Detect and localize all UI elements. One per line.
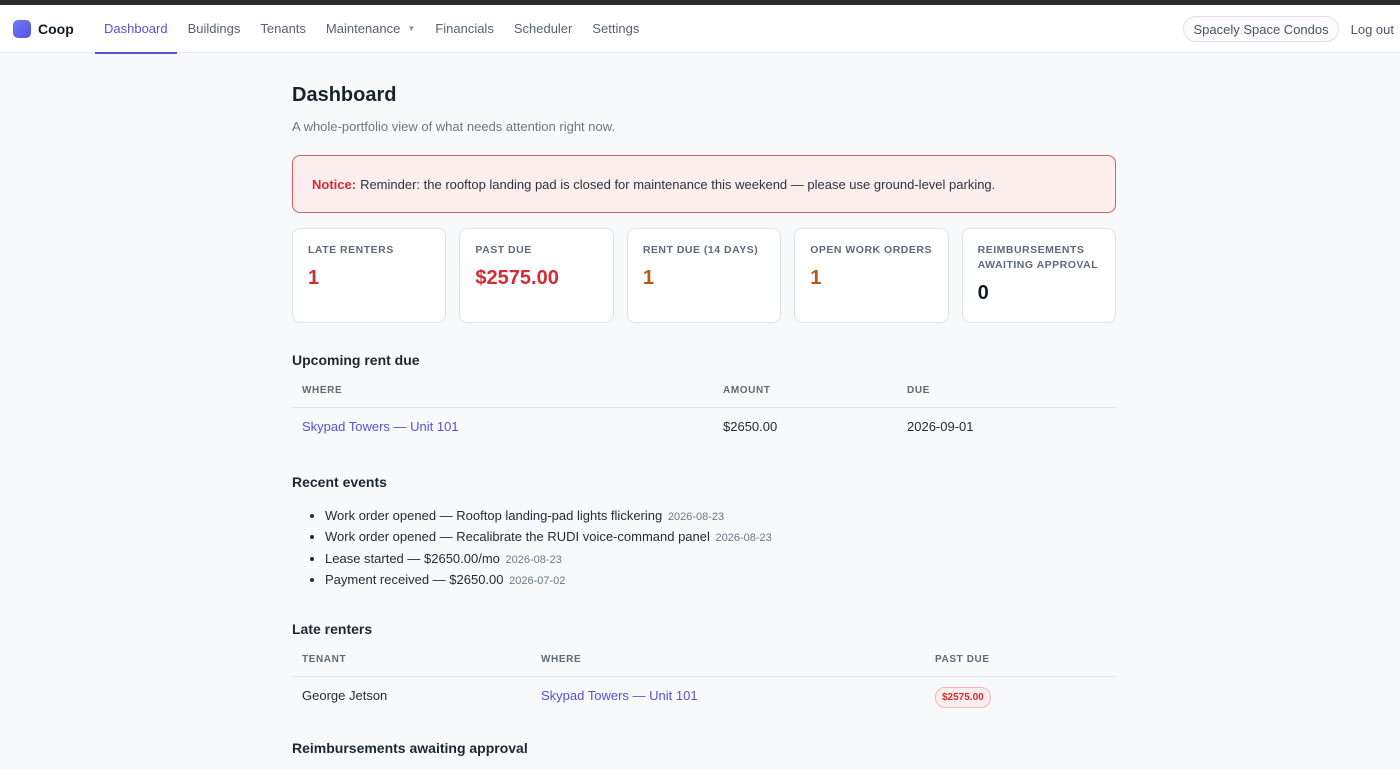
notice-label: Notice: — [312, 176, 357, 192]
column-header-where: WHERE — [292, 385, 713, 408]
cell-tenant: George Jetson — [302, 687, 388, 703]
unit-link[interactable]: Skypad Towers — Unit 101 — [302, 419, 459, 434]
event-text: Lease started — $2650.00/mo — [325, 550, 500, 566]
brand[interactable]: Coop — [13, 19, 95, 38]
nav-link-settings[interactable]: Settings — [583, 5, 648, 53]
recent-events-list: Work order opened — Rooftop landing-pad … — [292, 506, 1116, 592]
table-row: George Jetson Skypad Towers — Unit 101 $… — [292, 676, 1116, 712]
cell-due: 2026-09-01 — [907, 419, 974, 434]
nav-link-buildings[interactable]: Buildings — [179, 5, 250, 53]
column-header-amount: AMOUNT — [713, 385, 897, 408]
late-renters-table: TENANT WHERE PAST DUE George Jetson Skyp… — [292, 653, 1116, 713]
top-navbar: Coop Dashboard Buildings Tenants Mainten… — [0, 5, 1400, 54]
stat-card-reimbursements: REIMBURSEMENTS AWAITING APPROVAL 0 — [961, 228, 1117, 323]
stats-row: LATE RENTERS 1 PAST DUE $2575.00 RENT DU… — [292, 228, 1117, 323]
reimbursements-heading: Reimbursements awaiting approval — [292, 740, 528, 756]
cell-where: Skypad Towers — Unit 101 — [292, 408, 713, 444]
main-content: Dashboard A whole-portfolio view of what… — [292, 53, 1117, 756]
nav-right: Spacely Space Condos Log out — [1183, 5, 1394, 53]
stat-value: 0 — [977, 282, 989, 304]
page-subtitle: A whole-portfolio view of what needs att… — [292, 119, 616, 134]
unit-link[interactable]: Skypad Towers — Unit 101 — [541, 688, 698, 703]
column-header-past-due: PAST DUE — [925, 653, 1116, 677]
cell-amount: $2650.00 — [723, 419, 778, 434]
nav-link-label: Buildings — [187, 21, 241, 36]
nav-link-label: Scheduler — [513, 21, 573, 36]
nav-links: Dashboard Buildings Tenants Maintenance … — [95, 5, 650, 54]
nav-link-label: Financials — [435, 21, 494, 36]
column-header-tenant: TENANT — [292, 653, 531, 677]
stat-card-late-renters: LATE RENTERS 1 — [292, 228, 447, 323]
list-item: Payment received — $2650.00 2026-07-02 — [325, 570, 1116, 592]
table-row: Skypad Towers — Unit 101 $2650.00 2026-0… — [292, 408, 1116, 444]
stat-card-rent-due: RENT DUE (14 DAYS) 1 — [626, 228, 782, 323]
column-header-where: WHERE — [531, 653, 925, 677]
stat-value: $2575.00 — [475, 267, 559, 289]
stat-label: LATE RENTERS — [308, 244, 394, 256]
org-switcher-button[interactable]: Spacely Space Condos — [1183, 16, 1339, 42]
upcoming-rent-heading: Upcoming rent due — [292, 352, 420, 368]
cell-past-due: $2575.00 — [925, 676, 1116, 712]
event-date: 2026-08-23 — [715, 532, 772, 544]
nav-link-tenants[interactable]: Tenants — [251, 5, 315, 53]
table-header-row: TENANT WHERE PAST DUE — [292, 653, 1116, 677]
nav-link-label: Maintenance — [325, 21, 401, 36]
event-text: Work order opened — Rooftop landing-pad … — [325, 507, 663, 523]
nav-link-label: Dashboard — [104, 21, 168, 36]
upcoming-rent-table: WHERE AMOUNT DUE Skypad Towers — Unit 10… — [292, 385, 1116, 444]
event-date: 2026-08-23 — [667, 510, 725, 523]
nav-link-scheduler[interactable]: Scheduler — [505, 5, 582, 53]
past-due-badge: $2575.00 — [935, 686, 991, 708]
event-text: Work order opened — Recalibrate the RUDI… — [325, 529, 710, 544]
stat-value: 1 — [308, 267, 320, 289]
stat-card-past-due: PAST DUE $2575.00 — [459, 228, 614, 323]
late-renters-heading: Late renters — [292, 620, 373, 637]
list-item: Work order opened — Rooftop landing-pad … — [325, 506, 1116, 528]
nav-link-label: Settings — [592, 21, 640, 36]
notice-banner: Notice: Reminder: the rooftop landing pa… — [292, 155, 1116, 213]
stat-value: 1 — [642, 267, 654, 289]
stat-label: REIMBURSEMENTS AWAITING APPROVAL — [977, 244, 1099, 271]
nav-link-maintenance[interactable]: Maintenance ▼ — [317, 5, 424, 53]
page-title: Dashboard — [292, 84, 397, 106]
brand-name: Coop — [38, 20, 74, 37]
logout-link[interactable]: Log out — [1351, 22, 1394, 37]
list-item: Work order opened — Recalibrate the RUDI… — [325, 527, 1116, 549]
stat-label: OPEN WORK ORDERS — [810, 244, 932, 256]
stat-card-open-work-orders: OPEN WORK ORDERS 1 — [794, 228, 949, 323]
chevron-down-icon: ▼ — [407, 24, 416, 33]
column-header-due: DUE — [897, 385, 1116, 408]
stat-label: PAST DUE — [475, 244, 532, 256]
event-date: 2026-08-23 — [505, 553, 562, 566]
nav-link-dashboard[interactable]: Dashboard — [95, 5, 177, 54]
stat-value: 1 — [810, 267, 822, 289]
coop-logo-icon — [13, 19, 31, 38]
cell-where: Skypad Towers — Unit 101 — [531, 676, 925, 712]
event-text: Payment received — $2650.00 — [325, 572, 504, 587]
event-date: 2026-07-02 — [509, 575, 566, 587]
table-header-row: WHERE AMOUNT DUE — [292, 385, 1116, 408]
recent-events-heading: Recent events — [292, 473, 387, 490]
stat-label: RENT DUE (14 DAYS) — [642, 244, 759, 256]
nav-link-label: Tenants — [260, 21, 306, 36]
list-item: Lease started — $2650.00/mo 2026-08-23 — [325, 549, 1116, 571]
notice-text: Reminder: the rooftop landing pad is clo… — [360, 176, 996, 192]
nav-link-financials[interactable]: Financials — [426, 5, 503, 53]
